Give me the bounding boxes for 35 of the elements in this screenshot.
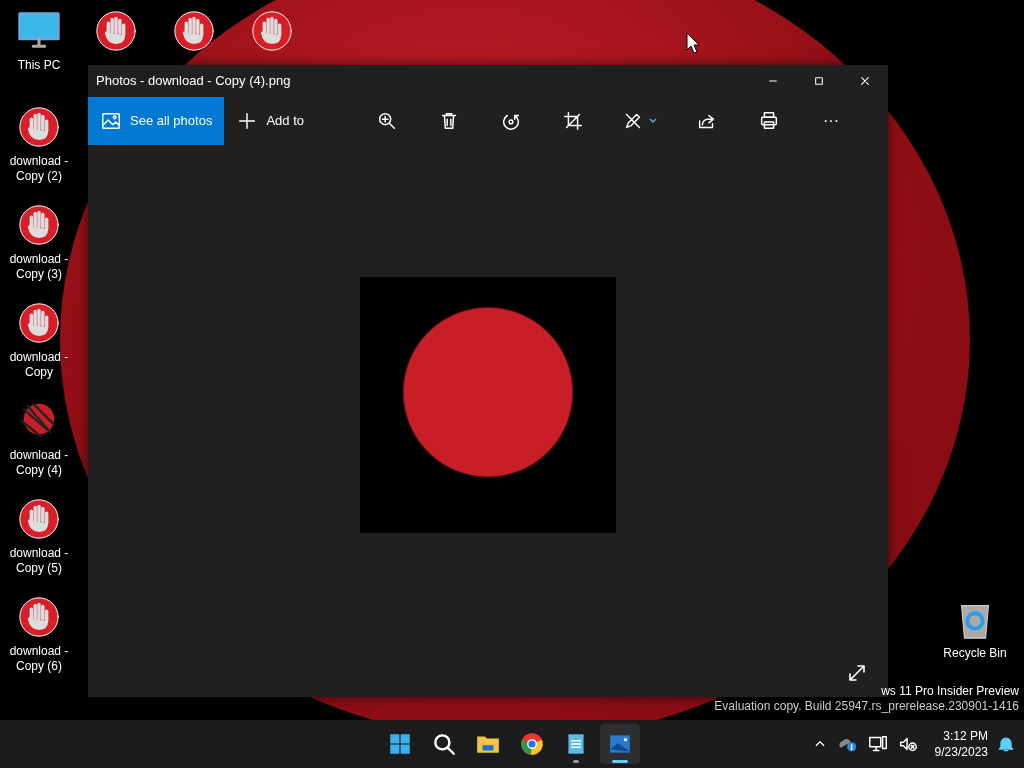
desktop-icon-label: download - Copy (2) xyxy=(8,154,70,184)
printer-icon[interactable] xyxy=(758,110,780,132)
watermark-text: Evaluation copy. Build 25947.rs_prerelease.230901-1416 xyxy=(714,699,1019,714)
search-icon[interactable] xyxy=(431,731,457,757)
hand-icon[interactable] xyxy=(16,496,62,542)
taskbar-app-button[interactable] xyxy=(600,724,640,764)
hand-icon[interactable] xyxy=(16,104,62,150)
hand-icon[interactable] xyxy=(16,202,62,248)
desktop-icon-label: download - Copy (4) xyxy=(8,448,70,478)
hand-icon[interactable] xyxy=(249,8,295,54)
desktop-icon-label: download - Copy (5) xyxy=(8,546,70,576)
mouse-cursor-icon xyxy=(686,31,700,54)
desktop-icon-label: Recycle Bin xyxy=(943,646,1007,661)
desktop-icon-label: download - Copy (6) xyxy=(8,644,70,674)
gallery-icon xyxy=(100,110,122,132)
watermark-text: ws 11 Pro Insider Preview xyxy=(881,684,1019,699)
time-text: 3:12 PM xyxy=(942,728,988,744)
more-button[interactable]: ··· xyxy=(808,101,854,141)
desktop-icon-label: This PC xyxy=(17,58,61,73)
hand-icon[interactable] xyxy=(16,594,62,640)
hand-icon[interactable] xyxy=(16,300,62,346)
chevron-down-icon[interactable] xyxy=(648,116,658,126)
add-to-button[interactable]: Add to xyxy=(224,97,316,145)
zoom-in-icon[interactable] xyxy=(376,110,398,132)
desktop-icon-label: download - Copy xyxy=(8,350,70,380)
window-title: Photos - download - Copy (4).png xyxy=(95,72,292,91)
start-icon[interactable] xyxy=(387,731,413,757)
hand-icon[interactable] xyxy=(93,8,139,54)
date-text: 9/23/2023 xyxy=(934,744,988,760)
see-all-photos-button[interactable]: See all photos xyxy=(88,97,225,145)
hand-icon[interactable] xyxy=(171,8,217,54)
crop-icon[interactable] xyxy=(562,110,584,132)
browser-icon[interactable] xyxy=(519,731,545,757)
clock[interactable]: 3:12 PM 9/23/2023 xyxy=(934,728,988,760)
desktop-icon-label: download - Copy (3) xyxy=(8,252,70,282)
